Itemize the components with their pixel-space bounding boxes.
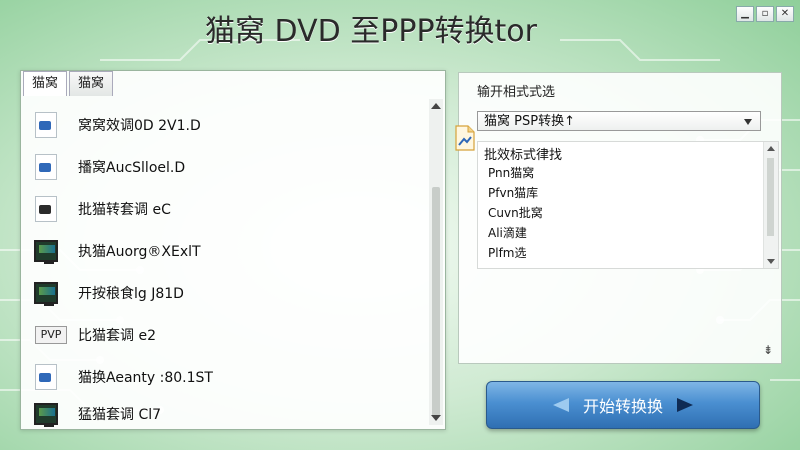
list-item[interactable]: 猫换Aeanty :80.1ST <box>21 357 421 397</box>
scroll-up-icon[interactable] <box>767 146 775 151</box>
output-settings-panel: 输开相式式选 猫窝 PSP转换↑ 批效标式律找 Pnn猫窝 Pfvn猫库 Cuv… <box>455 72 782 364</box>
list-item-label: 猛猫套调 Cl7 <box>78 407 162 423</box>
tab-source-1[interactable]: 猫窝 <box>23 71 68 96</box>
list-item-label: 批猫转套调 eC <box>78 202 171 218</box>
video-file-icon <box>35 364 57 390</box>
list-item-label: 比猫套调 e2 <box>78 328 156 344</box>
source-list: 窝窝效调0D 2V1.D 播窝AucSlloel.D 批猫转套调 eC 执猫Au… <box>21 97 431 429</box>
list-item-label: 窝窝效调0D 2V1.D <box>78 118 201 134</box>
close-button[interactable]: ✕ <box>776 6 794 22</box>
format-select-value: 猫窝 PSP转换↑ <box>484 114 575 129</box>
list-item[interactable]: 开按稂食lg J81D <box>21 273 421 313</box>
source-tabs: 猫窝 猫窝 <box>23 71 114 97</box>
settings-scrollbar[interactable] <box>763 142 778 268</box>
output-format-select[interactable]: 猫窝 PSP转换↑ <box>477 111 761 131</box>
monitor-icon <box>34 282 58 306</box>
settings-option[interactable]: Ali滴建 <box>488 224 527 241</box>
list-item-label: 执猫Auorg®XExlT <box>78 244 201 260</box>
settings-option[interactable]: Pfvn猫库 <box>488 184 538 201</box>
start-conversion-button[interactable]: 开始转换换 <box>486 381 760 429</box>
settings-file-icon <box>455 125 475 151</box>
start-button-label: 开始转换换 <box>582 397 663 416</box>
video-file-dark-icon <box>35 196 57 222</box>
settings-header: 批效标式律找 <box>484 148 563 163</box>
output-format-label: 输开相式式选 <box>477 85 556 100</box>
conversion-settings-box: 批效标式律找 Pnn猫窝 Pfvn猫库 Cuvn批窝 Ali滴建 Plfm选 <box>477 141 779 269</box>
list-item[interactable]: PVP 比猫套调 e2 <box>21 315 421 355</box>
window-title: 猫窝 DVD 至PPP转换tor <box>205 14 537 49</box>
monitor-icon <box>34 240 58 264</box>
list-item[interactable]: 执猫Auorg®XExlT <box>21 231 421 271</box>
tab-source-2[interactable]: 猫窝 <box>69 71 114 96</box>
scroll-down-icon[interactable] <box>431 415 441 421</box>
restore-button[interactable]: ▫ <box>756 6 774 22</box>
scroll-thumb[interactable] <box>767 158 774 236</box>
video-file-icon <box>35 154 57 180</box>
settings-option[interactable]: Plfm选 <box>488 244 527 261</box>
list-item[interactable]: 播窝AucSlloel.D <box>21 147 421 187</box>
source-list-panel: 猫窝 猫窝 窝窝效调0D 2V1.D 播窝AucSlloel.D 批猫转套调 e… <box>20 70 446 430</box>
list-item-label: 开按稂食lg J81D <box>78 286 184 302</box>
scroll-thumb[interactable] <box>432 187 440 417</box>
list-item[interactable]: 猛猫套调 Cl7 <box>21 399 421 429</box>
arrow-right-icon <box>677 398 693 412</box>
list-item-label: 播窝AucSlloel.D <box>78 160 186 176</box>
list-item[interactable]: 批猫转套调 eC <box>21 189 421 229</box>
pvp-badge-icon: PVP <box>35 326 67 344</box>
resize-grip-icon[interactable]: ⇟ <box>763 343 773 357</box>
monitor-icon <box>34 403 58 427</box>
source-list-scrollbar[interactable] <box>429 99 443 425</box>
settings-option[interactable]: Cuvn批窝 <box>488 204 543 221</box>
minimize-button[interactable]: ▁ <box>736 6 754 22</box>
list-item-label: 猫换Aeanty :80.1ST <box>78 370 213 386</box>
settings-option[interactable]: Pnn猫窝 <box>488 164 534 181</box>
chevron-down-icon <box>744 119 752 125</box>
list-item[interactable]: 窝窝效调0D 2V1.D <box>21 105 421 145</box>
arrow-left-icon <box>552 398 569 412</box>
video-file-icon <box>35 112 57 138</box>
title-bar: 猫窝 DVD 至PPP转换tor ▁ ▫ ✕ <box>0 0 800 52</box>
scroll-up-icon[interactable] <box>431 103 441 109</box>
scroll-down-icon[interactable] <box>767 259 775 264</box>
window-controls: ▁ ▫ ✕ <box>736 6 794 22</box>
